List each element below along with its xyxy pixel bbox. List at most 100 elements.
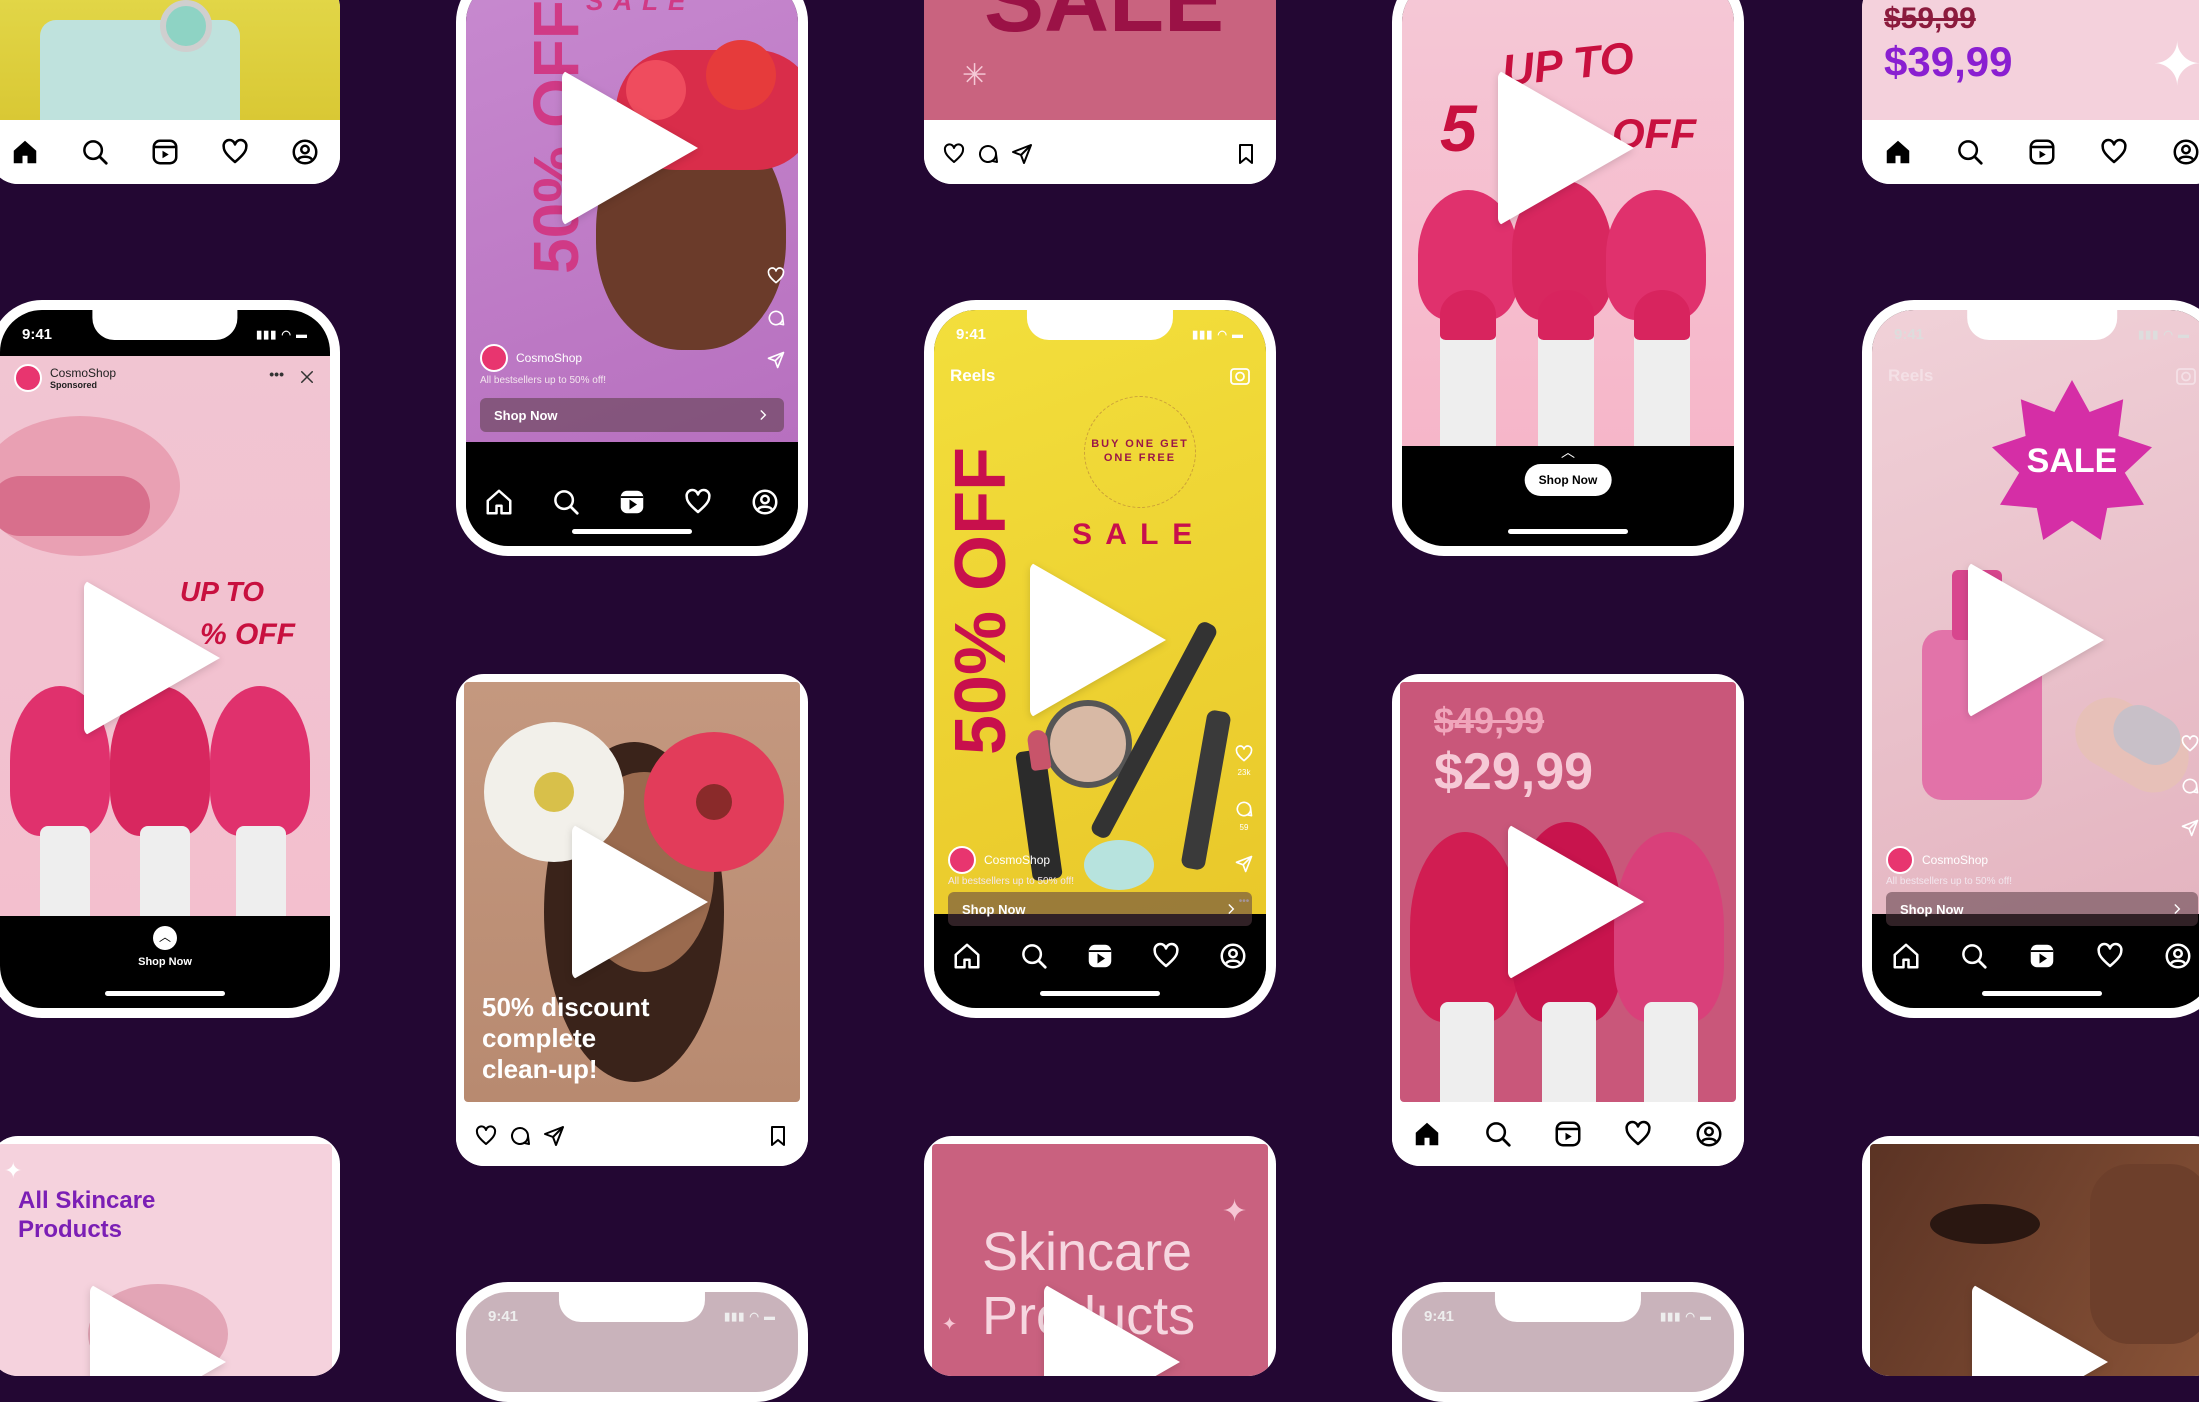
phone-reel-yellow: 9:41 ▮▮▮ ◠ ▬ Reels BUY ONE GET ONE FREE … (924, 300, 1276, 1018)
profile-icon[interactable] (1694, 1119, 1724, 1149)
status-time: 9:41 (1894, 325, 1925, 343)
home-icon[interactable] (1412, 1119, 1442, 1149)
comment-icon[interactable] (766, 308, 786, 328)
share-icon[interactable] (1234, 854, 1254, 874)
search-icon[interactable] (1955, 137, 1985, 167)
share-icon[interactable] (2180, 818, 2199, 838)
brand-name[interactable]: CosmoShop (516, 351, 582, 365)
play-icon[interactable] (1030, 562, 1166, 718)
shop-now-button[interactable]: Shop Now (948, 892, 1252, 926)
share-icon[interactable] (766, 350, 786, 370)
play-icon[interactable] (1968, 562, 2104, 718)
search-icon[interactable] (1483, 1119, 1513, 1149)
bookmark-icon[interactable] (766, 1124, 790, 1148)
play-icon[interactable] (84, 580, 220, 736)
camera-icon[interactable] (1228, 364, 1252, 388)
search-icon[interactable] (1959, 941, 1989, 971)
heart-icon[interactable] (766, 266, 786, 286)
search-icon[interactable] (551, 487, 581, 517)
brand-name[interactable]: CosmoShop (50, 366, 116, 380)
profile-icon[interactable] (290, 137, 320, 167)
home-indicator (572, 529, 692, 534)
like-count: 23k (1237, 768, 1251, 777)
heart-icon[interactable] (2099, 137, 2129, 167)
play-icon[interactable] (90, 1284, 226, 1376)
comment-icon[interactable] (508, 1124, 532, 1148)
bookmark-icon[interactable] (1234, 142, 1258, 166)
status-bar: 9:41 ▮▮▮ ◠ ▬ (488, 1304, 776, 1328)
heart-icon[interactable] (220, 137, 250, 167)
reels-icon[interactable] (2027, 941, 2057, 971)
search-icon[interactable] (80, 137, 110, 167)
play-icon[interactable] (1972, 1284, 2108, 1376)
comment-icon[interactable] (1234, 799, 1254, 819)
close-icon[interactable] (298, 368, 316, 386)
reels-icon[interactable] (617, 487, 647, 517)
reels-label: Reels (1888, 366, 1934, 385)
post-card-flowers: 50% discount complete clean-up! (456, 674, 808, 1166)
heart-icon[interactable] (942, 142, 966, 166)
heart-icon[interactable] (2180, 734, 2199, 754)
play-icon[interactable] (1044, 1284, 1180, 1376)
discount-text: 50% discount complete clean-up! (482, 992, 650, 1085)
sparkle-icon: ✳ (962, 59, 988, 92)
heart-icon[interactable] (1234, 744, 1254, 764)
reels-icon[interactable] (1085, 941, 1115, 971)
share-icon[interactable] (1010, 142, 1034, 166)
shop-now-button[interactable]: Shop Now (1886, 892, 2198, 926)
old-price: $59,99 (1884, 2, 1976, 35)
camera-icon[interactable] (2174, 364, 2198, 388)
post-card-price-lipstick: $49,99 $29,99 (1392, 674, 1744, 1166)
avatar[interactable] (948, 846, 976, 874)
status-time: 9:41 (956, 325, 987, 343)
reels-icon[interactable] (1553, 1119, 1583, 1149)
chevron-right-icon (1224, 902, 1238, 916)
shop-now-button[interactable]: Shop Now (1524, 464, 1612, 496)
home-icon[interactable] (952, 941, 982, 971)
bottom-nav (1862, 120, 2199, 184)
brand-name[interactable]: CosmoShop (984, 853, 1050, 867)
heart-icon[interactable] (683, 487, 713, 517)
status-bar: 9:41 ▮▮▮ ◠ ▬ (1894, 322, 2190, 346)
home-icon[interactable] (10, 137, 40, 167)
home-icon[interactable] (1891, 941, 1921, 971)
sale-label: SALE (586, 0, 696, 16)
reel-side-actions: 23k 59 ••• (1234, 744, 1254, 907)
profile-icon[interactable] (750, 487, 780, 517)
reels-icon[interactable] (2027, 137, 2057, 167)
profile-icon[interactable] (2171, 137, 2199, 167)
phone-reel-purple: SALE 50% OFF CosmoShop All bestsellers u… (456, 0, 808, 556)
heart-icon[interactable] (1151, 941, 1181, 971)
profile-icon[interactable] (2163, 941, 2193, 971)
reels-icon[interactable] (150, 137, 180, 167)
heart-icon[interactable] (474, 1124, 498, 1148)
avatar[interactable] (480, 344, 508, 372)
home-icon[interactable] (1883, 137, 1913, 167)
heart-icon[interactable] (2095, 941, 2125, 971)
bottom-nav (466, 470, 798, 534)
phone-reel-lipstick-pink: UP TO 5 OFF ︿ Shop Now (1392, 0, 1744, 556)
avatar[interactable] (1886, 846, 1914, 874)
phone-story-lips: 9:41 ▮▮▮ ◠ ▬ UP TO % OFF CosmoShop Spons… (0, 300, 340, 1018)
share-icon[interactable] (542, 1124, 566, 1148)
home-indicator (1508, 529, 1628, 534)
discount-line-3: clean-up! (482, 1054, 598, 1084)
play-icon[interactable] (572, 824, 708, 980)
chevron-up-icon[interactable]: ︿ (1561, 442, 1575, 462)
chevron-up-circle-icon[interactable]: ︿ (153, 926, 177, 950)
profile-icon[interactable] (1218, 941, 1248, 971)
play-icon[interactable] (562, 70, 698, 226)
sale-burst: SALE (1992, 380, 2152, 540)
avatar[interactable] (14, 364, 42, 392)
shop-now-button[interactable]: Shop Now (480, 398, 784, 432)
more-icon[interactable]: ••• (269, 366, 284, 382)
heart-icon[interactable] (1623, 1119, 1653, 1149)
play-icon[interactable] (1498, 70, 1634, 226)
home-icon[interactable] (484, 487, 514, 517)
search-icon[interactable] (1019, 941, 1049, 971)
comment-icon[interactable] (2180, 776, 2199, 796)
shop-now-label[interactable]: Shop Now (138, 956, 192, 968)
play-icon[interactable] (1508, 824, 1644, 980)
comment-icon[interactable] (976, 142, 1000, 166)
brand-name[interactable]: CosmoShop (1922, 853, 1988, 867)
